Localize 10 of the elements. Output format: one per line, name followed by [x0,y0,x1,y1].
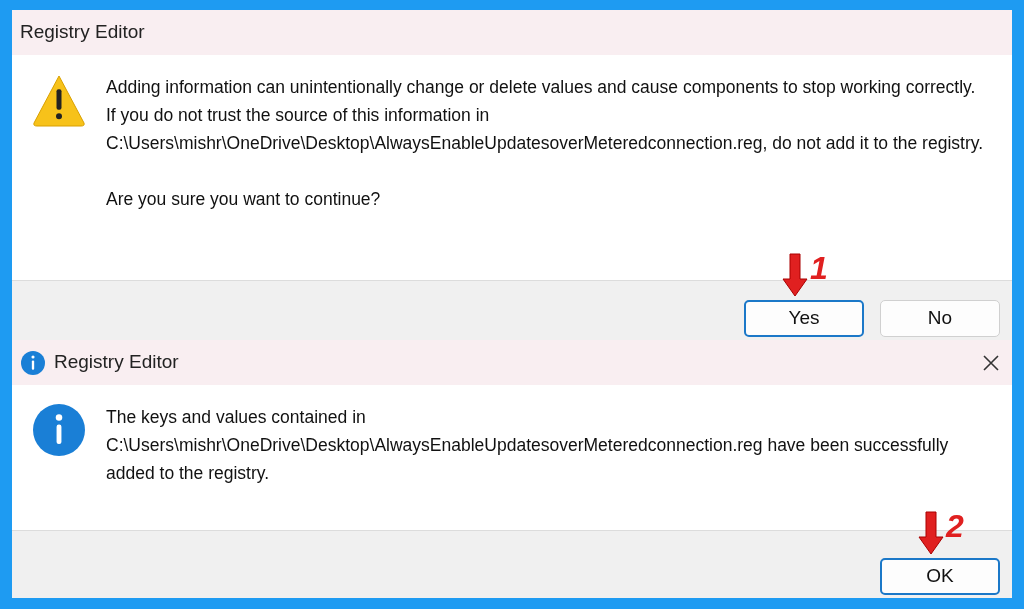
message-text: Are you sure you want to continue? [106,188,382,211]
dialog-button[interactable]: OK [880,558,1000,595]
step-number: 1 [810,253,828,283]
message-text: Adding information can unintentionally change or delete values and cause components to stop working correctly. If you do not trust the source of this information in C:\Users\mishr\OneDrive\Desktop\AlwaysEnableUpdatesoverMeteredconnection.reg, do not add it to the registry. [106,76,985,155]
window-title: Registry Editor [54,350,179,375]
dialog-button[interactable]: No [880,300,1000,337]
message-text: The keys and values contained in C:\Users\mishr\OneDrive\Desktop\AlwaysEnableUpdatesoverMeteredconnection.reg have been successfully added to the registry. [106,406,950,485]
step-number: 2 [946,511,964,541]
dialog-button[interactable]: Yes [744,300,864,337]
window-title: Registry Editor [20,20,145,45]
